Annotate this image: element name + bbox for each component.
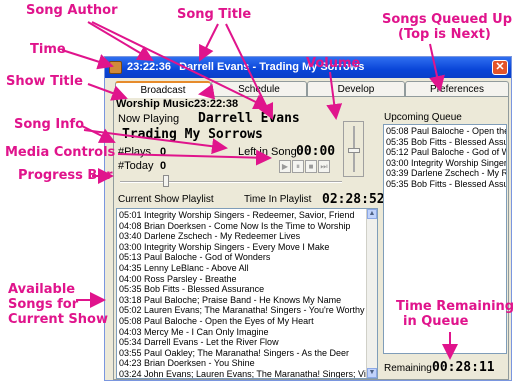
left-in-song-value: 00:00 [296, 144, 336, 159]
plays-value: 0 [160, 146, 167, 158]
playlist-row[interactable]: 05:02 Lauren Evans; The Maranatha! Singe… [117, 305, 367, 316]
progress-bar[interactable] [120, 175, 342, 189]
queue-row[interactable]: 05:08 Paul Baloche - Open the Ey [384, 126, 506, 137]
tab-schedule[interactable]: Schedule [211, 81, 307, 97]
now-playing-label: Now Playing [118, 113, 180, 125]
playlist-row[interactable]: 03:55 Paul Oakley; The Maranatha! Singer… [117, 348, 367, 359]
arrow-song-author-1 [87, 21, 154, 62]
playlist-row[interactable]: 05:34 Darrell Evans - Let the River Flow [117, 337, 367, 348]
app-window: 23:22:36 Darrell Evans - Trading My Sorr… [104, 56, 512, 381]
next-icon[interactable]: ⏭ [318, 160, 330, 173]
queue-rows: 05:08 Paul Baloche - Open the Ey05:35 Bo… [384, 125, 506, 190]
callout-song-info: Song Info [14, 117, 85, 132]
playlist-list[interactable]: 05:01 Integrity Worship Singers - Redeem… [116, 208, 378, 379]
title-author: Darrell Evans [179, 61, 250, 73]
tab-preferences[interactable]: Preferences [405, 81, 509, 97]
now-playing-song: Trading My Sorrows [122, 127, 263, 142]
media-controls: ▶ ⏸ ■ ⏭ [279, 160, 339, 174]
title-time: 23:22:36 [127, 61, 172, 73]
stop-icon[interactable]: ■ [305, 160, 317, 173]
tab-broadcast[interactable]: Broadcast [115, 81, 211, 98]
show-title: Worship Music23:22:38 [116, 98, 238, 110]
playlist-row[interactable]: 05:01 Integrity Worship Singers - Redeem… [117, 210, 367, 221]
queue-row[interactable]: 03:39 Darlene Zschech - My Rede [384, 168, 506, 179]
queue-row[interactable]: 05:35 Bob Fitts - Blessed Assura [384, 179, 506, 190]
queue-row[interactable]: 03:00 Integrity Worship Singers - [384, 158, 506, 169]
callout-songs-queued-sub: (Top is Next) [398, 27, 491, 42]
playlist-row[interactable]: 05:08 Paul Baloche - Open the Eyes of My… [117, 316, 367, 327]
callout-show-title: Show Title [6, 74, 83, 89]
callout-available-3: Current Show [8, 312, 108, 327]
play-icon[interactable]: ▶ [279, 160, 291, 173]
callout-song-author: Song Author [26, 3, 118, 18]
playlist-row[interactable]: 03:00 Integrity Worship Singers - Every … [117, 242, 367, 253]
playlist-row[interactable]: 05:35 Bob Fitts - Blessed Assurance [117, 284, 367, 295]
remaining-value: 00:28:11 [432, 360, 495, 375]
queue-row[interactable]: 05:35 Bob Fitts - Blessed Assura [384, 137, 506, 148]
playlist-rows: 05:01 Integrity Worship Singers - Redeem… [117, 209, 367, 378]
left-in-song-label: Left in Song [238, 146, 297, 158]
callout-time: Time [30, 42, 66, 57]
today-label: #Today [118, 160, 154, 172]
playlist-row[interactable]: 04:08 Brian Doerksen - Come Now Is the T… [117, 221, 367, 232]
queue-header-label: Upcoming Queue [384, 112, 462, 123]
scroll-down-icon[interactable]: ▼ [367, 368, 377, 378]
callout-media-controls: Media Controls [5, 145, 116, 160]
app-icon [109, 61, 122, 74]
playlist-row[interactable]: 03:40 Darlene Zschech - My Redeemer Live… [117, 231, 367, 242]
now-playing-author: Darrell Evans [198, 111, 300, 126]
arrow-song-title-1 [199, 23, 219, 62]
playlist-row[interactable]: 04:35 Lenny LeBlanc - Above All [117, 263, 367, 274]
tab-develop[interactable]: Develop [307, 81, 405, 97]
callout-time-remaining-2: in Queue [403, 314, 469, 329]
playlist-row[interactable]: 04:03 Mercy Me - I Can Only Imagine [117, 327, 367, 338]
playlist-time-label: Time In Playlist [244, 194, 312, 205]
volume-thumb[interactable] [348, 148, 360, 153]
callout-time-remaining-1: Time Remaining [396, 299, 514, 314]
plays-label: #Plays [118, 146, 152, 158]
playlist-row[interactable]: 04:00 Ross Parsley - Breathe [117, 274, 367, 285]
queue-row[interactable]: 05:12 Paul Baloche - God of Won [384, 147, 506, 158]
close-icon[interactable]: ✕ [492, 60, 508, 75]
tab-strip: Broadcast Schedule Develop Preferences [113, 81, 509, 98]
playlist-row[interactable]: 05:13 Paul Baloche - God of Wonders [117, 252, 367, 263]
volume-slider[interactable] [343, 121, 364, 177]
broadcast-panel: Worship Music23:22:38 Now Playing Darrel… [113, 96, 509, 380]
progress-track [120, 181, 342, 183]
playlist-row[interactable]: 03:24 John Evans; Lauren Evans; The Mara… [117, 369, 367, 378]
callout-song-title: Song Title [177, 7, 252, 22]
playlist-row[interactable]: 03:18 Paul Baloche; Praise Band - He Kno… [117, 295, 367, 306]
playlist-header-label: Current Show Playlist [118, 194, 214, 205]
today-value: 0 [160, 160, 167, 172]
callout-available-2: Songs for [8, 297, 79, 312]
callout-songs-queued: Songs Queued Up [382, 12, 513, 27]
pause-icon[interactable]: ⏸ [292, 160, 304, 173]
show-title-text: Worship Music [116, 98, 195, 110]
playlist-time-value: 02:28:52 [322, 192, 385, 207]
callout-available-1: Available [8, 282, 76, 297]
scroll-up-icon[interactable]: ▲ [367, 209, 377, 219]
playlist-row[interactable]: 04:23 Brian Doerksen - You Shine [117, 358, 367, 369]
show-time: 23:22:38 [194, 98, 239, 110]
progress-thumb[interactable] [163, 175, 169, 187]
callout-volume: Volume [306, 56, 361, 71]
playlist-scrollbar[interactable]: ▲ ▼ [366, 209, 377, 378]
title-separator: - [249, 61, 260, 73]
remaining-label: Remaining [384, 363, 432, 374]
callout-progress-bar: Progress Bar [18, 168, 113, 183]
